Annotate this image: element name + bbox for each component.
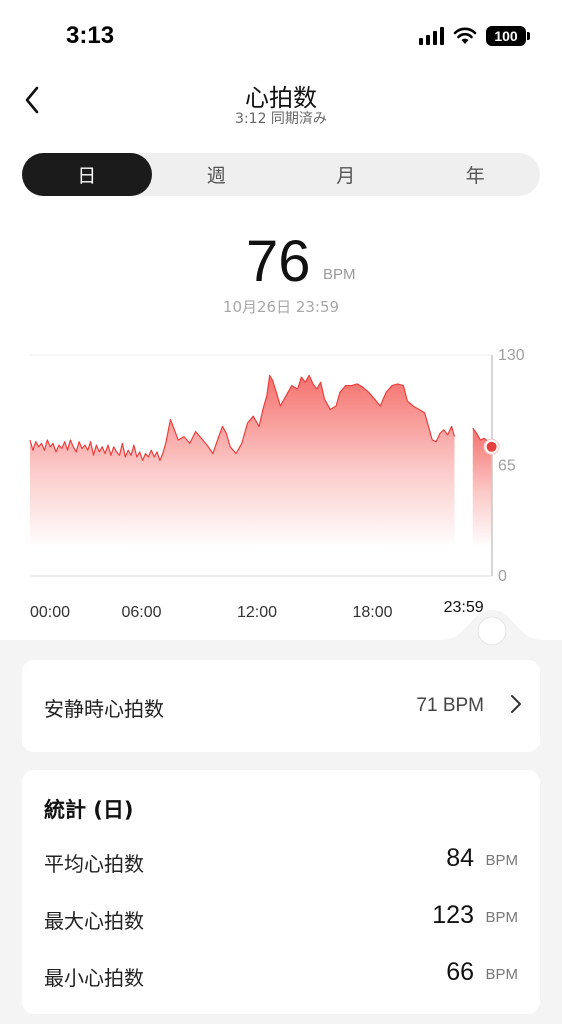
battery-icon: 100 [486, 26, 530, 46]
stat-unit: BPM [485, 852, 518, 869]
status-icons: 100 [419, 26, 530, 46]
tab-week[interactable]: 週 [152, 153, 282, 196]
resting-label: 安静時心拍数 [44, 697, 164, 721]
daily-stats-card: 統計 (日) 平均心拍数 84 BPM 最大心拍数 123 BPM 最小心拍数 … [22, 770, 540, 1014]
current-reading: 76 BPM 10月26日 23:59 [0, 226, 562, 326]
status-time: 3:13 [66, 22, 115, 49]
stat-value: 123 [432, 901, 474, 929]
stat-value: 84 [446, 844, 474, 872]
resting-value: 71 BPM [416, 695, 484, 716]
wifi-icon [453, 27, 477, 44]
nav-header: 心拍数 3:12 同期済み [0, 74, 562, 130]
stat-label: 最小心拍数 [44, 966, 144, 990]
reading-datetime: 10月26日 23:59 [222, 298, 340, 316]
stat-value: 66 [446, 958, 474, 986]
heart-rate-area-0 [30, 375, 455, 548]
stat-row-max: 最大心拍数 123 BPM [22, 897, 540, 937]
stat-unit: BPM [485, 909, 518, 926]
y-tick-label: 130 [498, 347, 525, 364]
heart-rate-unit: BPM [323, 266, 356, 283]
sync-status: 3:12 同期済み [235, 111, 327, 127]
stat-row-min: 最小心拍数 66 BPM [22, 954, 540, 994]
stat-label: 最大心拍数 [44, 909, 144, 933]
heart-rate-chart[interactable]: 130 65 0 00:00 06:00 12:00 18:00 23:59 [0, 340, 562, 640]
tab-day[interactable]: 日 [22, 153, 152, 196]
status-bar: 3:13 100 [0, 0, 562, 66]
heart-rate-chart-svg: 13065000:00 06:00 12:00 18:00 23:59 [29, 347, 525, 621]
stat-unit: BPM [485, 966, 518, 983]
chevron-right-icon [511, 695, 521, 713]
y-tick-label: 65 [498, 458, 516, 475]
scrubber-track [0, 600, 562, 660]
tab-month[interactable]: 月 [281, 153, 411, 196]
heart-rate-value: 76 [246, 229, 311, 294]
stat-label: 平均心拍数 [44, 852, 144, 876]
stat-row-average: 平均心拍数 84 BPM [22, 840, 540, 880]
current-point [486, 441, 497, 452]
resting-heart-rate-card[interactable]: 安静時心拍数 71 BPM [22, 660, 540, 752]
scrubber-handle[interactable] [477, 616, 507, 646]
tab-year[interactable]: 年 [411, 153, 541, 196]
battery-level: 100 [494, 28, 518, 44]
cellular-signal-icon [419, 27, 444, 45]
scrubber-svg [0, 610, 562, 660]
period-tabs: 日 週 月 年 [22, 153, 540, 196]
y-tick-label: 0 [498, 568, 507, 585]
stats-title: 統計 (日) [44, 798, 134, 822]
